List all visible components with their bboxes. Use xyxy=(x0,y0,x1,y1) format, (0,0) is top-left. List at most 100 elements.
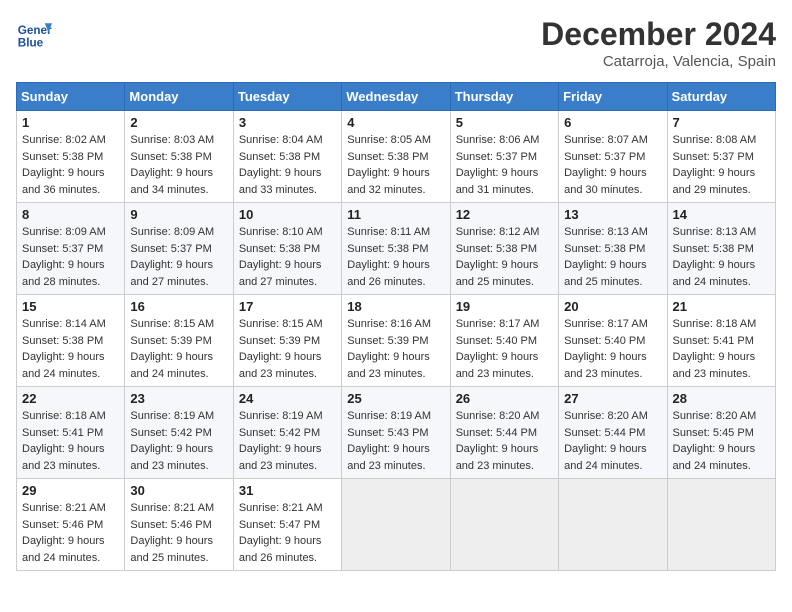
daylight-info: Daylight: 9 hours and 27 minutes. xyxy=(239,259,322,288)
day-number: 15 xyxy=(22,299,119,314)
daylight-info: Daylight: 9 hours and 23 minutes. xyxy=(239,443,322,472)
sunrise-info: Sunrise: 8:19 AM xyxy=(347,410,431,422)
sunrise-info: Sunrise: 8:17 AM xyxy=(456,318,540,330)
calendar-cell: 29 Sunrise: 8:21 AM Sunset: 5:46 PM Dayl… xyxy=(17,479,125,571)
day-number: 3 xyxy=(239,115,336,130)
daylight-info: Daylight: 9 hours and 25 minutes. xyxy=(564,259,647,288)
sunset-info: Sunset: 5:37 PM xyxy=(130,243,211,255)
sunset-info: Sunset: 5:38 PM xyxy=(564,243,645,255)
calendar-row: 22 Sunrise: 8:18 AM Sunset: 5:41 PM Dayl… xyxy=(17,387,776,479)
day-number: 2 xyxy=(130,115,227,130)
calendar-cell xyxy=(450,479,558,571)
calendar-table: SundayMondayTuesdayWednesdayThursdayFrid… xyxy=(16,82,776,571)
calendar-cell: 16 Sunrise: 8:15 AM Sunset: 5:39 PM Dayl… xyxy=(125,295,233,387)
sunrise-info: Sunrise: 8:08 AM xyxy=(673,134,757,146)
daylight-info: Daylight: 9 hours and 23 minutes. xyxy=(564,351,647,380)
daylight-info: Daylight: 9 hours and 28 minutes. xyxy=(22,259,105,288)
day-number: 19 xyxy=(456,299,553,314)
day-number: 22 xyxy=(22,391,119,406)
sunrise-info: Sunrise: 8:17 AM xyxy=(564,318,648,330)
day-number: 27 xyxy=(564,391,661,406)
daylight-info: Daylight: 9 hours and 23 minutes. xyxy=(347,443,430,472)
day-number: 18 xyxy=(347,299,444,314)
sunset-info: Sunset: 5:38 PM xyxy=(22,151,103,163)
day-number: 26 xyxy=(456,391,553,406)
calendar-cell: 1 Sunrise: 8:02 AM Sunset: 5:38 PM Dayli… xyxy=(17,111,125,203)
sunset-info: Sunset: 5:46 PM xyxy=(22,519,103,531)
sunset-info: Sunset: 5:46 PM xyxy=(130,519,211,531)
sunset-info: Sunset: 5:44 PM xyxy=(564,427,645,439)
daylight-info: Daylight: 9 hours and 23 minutes. xyxy=(456,443,539,472)
logo-icon: General Blue xyxy=(16,16,52,52)
day-number: 17 xyxy=(239,299,336,314)
day-number: 28 xyxy=(673,391,770,406)
calendar-cell: 10 Sunrise: 8:10 AM Sunset: 5:38 PM Dayl… xyxy=(233,203,341,295)
day-number: 20 xyxy=(564,299,661,314)
day-number: 24 xyxy=(239,391,336,406)
sunset-info: Sunset: 5:42 PM xyxy=(130,427,211,439)
weekday-header: Tuesday xyxy=(233,83,341,111)
calendar-cell: 15 Sunrise: 8:14 AM Sunset: 5:38 PM Dayl… xyxy=(17,295,125,387)
sunset-info: Sunset: 5:38 PM xyxy=(347,151,428,163)
calendar-row: 8 Sunrise: 8:09 AM Sunset: 5:37 PM Dayli… xyxy=(17,203,776,295)
sunrise-info: Sunrise: 8:05 AM xyxy=(347,134,431,146)
day-number: 25 xyxy=(347,391,444,406)
weekday-header: Friday xyxy=(559,83,667,111)
location: Catarroja, Valencia, Spain xyxy=(541,53,776,70)
title-block: December 2024 Catarroja, Valencia, Spain xyxy=(541,16,776,70)
calendar-cell: 2 Sunrise: 8:03 AM Sunset: 5:38 PM Dayli… xyxy=(125,111,233,203)
calendar-cell: 22 Sunrise: 8:18 AM Sunset: 5:41 PM Dayl… xyxy=(17,387,125,479)
sunset-info: Sunset: 5:38 PM xyxy=(456,243,537,255)
sunset-info: Sunset: 5:37 PM xyxy=(564,151,645,163)
sunrise-info: Sunrise: 8:07 AM xyxy=(564,134,648,146)
calendar-cell: 4 Sunrise: 8:05 AM Sunset: 5:38 PM Dayli… xyxy=(342,111,450,203)
sunrise-info: Sunrise: 8:11 AM xyxy=(347,226,430,238)
calendar-cell: 9 Sunrise: 8:09 AM Sunset: 5:37 PM Dayli… xyxy=(125,203,233,295)
daylight-info: Daylight: 9 hours and 29 minutes. xyxy=(673,167,756,196)
calendar-cell: 3 Sunrise: 8:04 AM Sunset: 5:38 PM Dayli… xyxy=(233,111,341,203)
calendar-header-row: SundayMondayTuesdayWednesdayThursdayFrid… xyxy=(17,83,776,111)
calendar-cell: 26 Sunrise: 8:20 AM Sunset: 5:44 PM Dayl… xyxy=(450,387,558,479)
day-number: 8 xyxy=(22,207,119,222)
day-number: 12 xyxy=(456,207,553,222)
day-number: 30 xyxy=(130,483,227,498)
weekday-header: Wednesday xyxy=(342,83,450,111)
sunrise-info: Sunrise: 8:09 AM xyxy=(22,226,106,238)
calendar-cell: 30 Sunrise: 8:21 AM Sunset: 5:46 PM Dayl… xyxy=(125,479,233,571)
sunset-info: Sunset: 5:38 PM xyxy=(673,243,754,255)
calendar-cell: 8 Sunrise: 8:09 AM Sunset: 5:37 PM Dayli… xyxy=(17,203,125,295)
daylight-info: Daylight: 9 hours and 32 minutes. xyxy=(347,167,430,196)
sunrise-info: Sunrise: 8:13 AM xyxy=(673,226,757,238)
daylight-info: Daylight: 9 hours and 31 minutes. xyxy=(456,167,539,196)
sunrise-info: Sunrise: 8:16 AM xyxy=(347,318,431,330)
day-number: 21 xyxy=(673,299,770,314)
sunset-info: Sunset: 5:40 PM xyxy=(564,335,645,347)
calendar-row: 15 Sunrise: 8:14 AM Sunset: 5:38 PM Dayl… xyxy=(17,295,776,387)
sunrise-info: Sunrise: 8:03 AM xyxy=(130,134,214,146)
day-number: 9 xyxy=(130,207,227,222)
daylight-info: Daylight: 9 hours and 23 minutes. xyxy=(347,351,430,380)
calendar-cell: 31 Sunrise: 8:21 AM Sunset: 5:47 PM Dayl… xyxy=(233,479,341,571)
sunrise-info: Sunrise: 8:12 AM xyxy=(456,226,540,238)
page-header: General Blue December 2024 Catarroja, Va… xyxy=(16,16,776,70)
day-number: 16 xyxy=(130,299,227,314)
calendar-cell: 21 Sunrise: 8:18 AM Sunset: 5:41 PM Dayl… xyxy=(667,295,775,387)
sunset-info: Sunset: 5:45 PM xyxy=(673,427,754,439)
sunrise-info: Sunrise: 8:19 AM xyxy=(239,410,323,422)
sunset-info: Sunset: 5:38 PM xyxy=(130,151,211,163)
calendar-cell xyxy=(559,479,667,571)
calendar-row: 1 Sunrise: 8:02 AM Sunset: 5:38 PM Dayli… xyxy=(17,111,776,203)
calendar-cell: 12 Sunrise: 8:12 AM Sunset: 5:38 PM Dayl… xyxy=(450,203,558,295)
daylight-info: Daylight: 9 hours and 24 minutes. xyxy=(130,351,213,380)
daylight-info: Daylight: 9 hours and 27 minutes. xyxy=(130,259,213,288)
sunrise-info: Sunrise: 8:02 AM xyxy=(22,134,106,146)
calendar-cell: 24 Sunrise: 8:19 AM Sunset: 5:42 PM Dayl… xyxy=(233,387,341,479)
sunrise-info: Sunrise: 8:15 AM xyxy=(239,318,323,330)
weekday-header: Sunday xyxy=(17,83,125,111)
calendar-cell: 28 Sunrise: 8:20 AM Sunset: 5:45 PM Dayl… xyxy=(667,387,775,479)
daylight-info: Daylight: 9 hours and 23 minutes. xyxy=(673,351,756,380)
sunset-info: Sunset: 5:37 PM xyxy=(22,243,103,255)
sunset-info: Sunset: 5:38 PM xyxy=(239,151,320,163)
daylight-info: Daylight: 9 hours and 24 minutes. xyxy=(673,259,756,288)
daylight-info: Daylight: 9 hours and 23 minutes. xyxy=(456,351,539,380)
